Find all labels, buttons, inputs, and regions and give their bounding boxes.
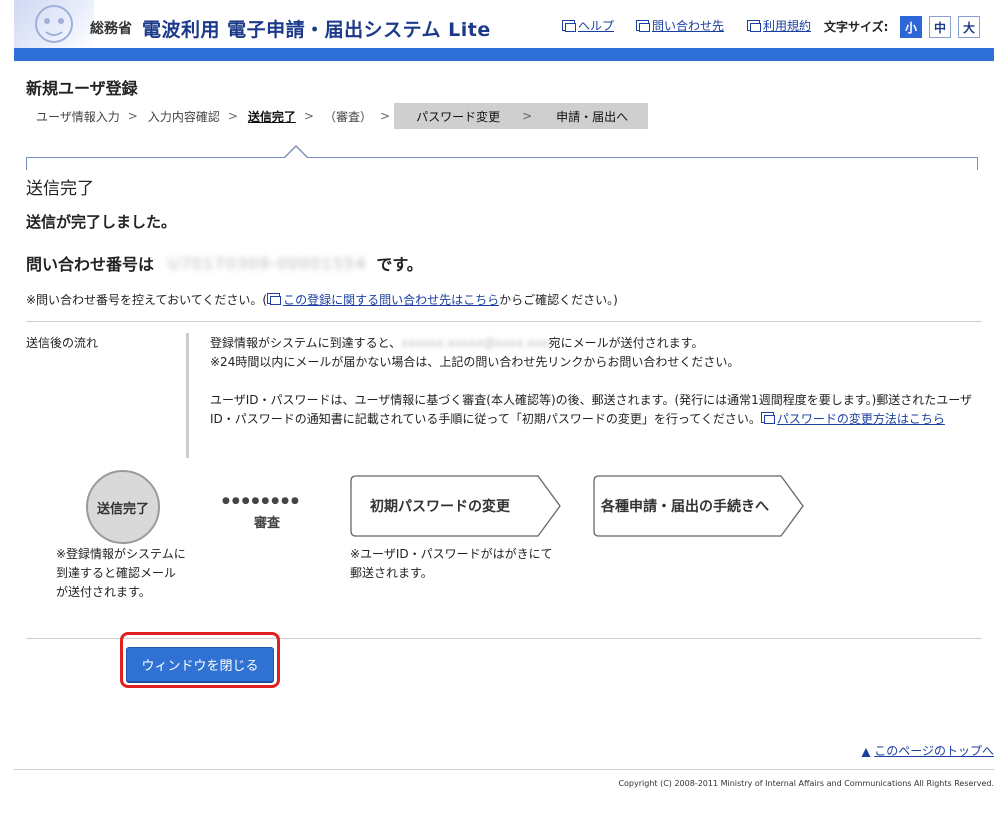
terms-link-label: 利用規約 <box>763 19 812 33</box>
inquiry-number: U70170309-00001554 <box>168 253 367 273</box>
flow-line1-after: 宛にメールが送付されます。 <box>548 336 704 350</box>
inquiry-note: ※問い合わせ番号を控えておいてください。( この登録に関する問い合わせ先はこちらか… <box>26 291 618 308</box>
header: 総務省 電波利用 電子申請・届出システム Lite ヘルプ 問い合わせ先 利用規… <box>14 0 994 48</box>
registration-contact-link[interactable]: この登録に関する問い合わせ先はこちら <box>267 293 499 307</box>
footer-divider <box>14 769 994 770</box>
triangle-up-icon: ▲ <box>861 745 871 758</box>
chevron-right-icon: > <box>522 109 533 123</box>
flow-line1-before: 登録情報がシステムに到達すると、 <box>210 336 402 350</box>
postcard-note: ※ユーザID・パスワードがはがきにて郵送されます。 <box>350 547 553 580</box>
registration-contact-link-label: この登録に関する問い合わせ先はこちら <box>283 293 500 307</box>
section-title: 送信完了 <box>26 179 94 199</box>
inquiry-number-row: 問い合わせ番号は U70170309-00001554 です。 <box>26 251 423 275</box>
step-breadcrumb: ユーザ情報入力 > 入力内容確認 > 送信完了 > （審査） > パスワード変更… <box>26 103 649 129</box>
chevron-right-icon: > <box>127 109 138 123</box>
initial-password-change-label: 初期パスワードの変更 <box>370 499 510 515</box>
flow-label: 送信後の流れ <box>26 336 99 350</box>
completion-message: 送信が完了しました。 <box>26 213 177 231</box>
ministry-name: 総務省 <box>90 21 132 37</box>
step-pointer-band <box>26 157 978 170</box>
font-size-label: 文字サイズ: <box>824 20 889 34</box>
chevron-right-icon: > <box>303 109 314 123</box>
back-to-top-label: このページのトップへ <box>874 744 994 758</box>
step-review: （審査） <box>323 109 372 124</box>
progress-dots: ●●●●●●●● <box>222 496 301 506</box>
note-before: ※問い合わせ番号を控えておいてください。( <box>26 293 268 307</box>
password-change-help-link[interactable]: パスワードの変更方法はこちら <box>760 412 945 426</box>
chevron-right-icon: > <box>227 109 238 123</box>
font-size-small-button[interactable]: 小 <box>900 16 922 38</box>
new-window-icon <box>636 20 650 32</box>
status-circle-label: 送信完了 <box>96 501 149 517</box>
divider <box>26 321 982 322</box>
initial-password-change-step: 初期パスワードの変更 <box>350 475 562 541</box>
page-title: 新規ユーザ登録 <box>26 79 138 98</box>
registered-email: xxxxxx.xxxxx@xxxx.xxx <box>401 336 549 350</box>
contact-link-label: 問い合わせ先 <box>652 19 725 33</box>
new-window-icon <box>747 20 761 32</box>
chevron-right-icon: > <box>380 109 391 123</box>
step-user-info: ユーザ情報入力 <box>36 109 120 124</box>
mascot-logo <box>14 0 94 48</box>
close-window-button[interactable]: ウィンドウを閉じる <box>126 647 274 682</box>
review-label: 審査 <box>254 516 281 531</box>
new-window-icon <box>760 412 775 424</box>
step-later-group: パスワード変更 > 申請・届出へ <box>394 103 649 129</box>
font-size-medium-button[interactable]: 中 <box>929 16 951 38</box>
back-to-top-link[interactable]: ▲ このページのトップへ <box>862 742 994 759</box>
application-step: 各種申請・届出の手続きへ <box>593 475 805 541</box>
password-change-help-link-label: パスワードの変更方法はこちら <box>776 412 945 426</box>
flow-line2: ※24時間以内にメールが届かない場合は、上記の問い合わせ先リンクからお問い合わせ… <box>210 355 740 369</box>
contact-link[interactable]: 問い合わせ先 <box>636 17 724 34</box>
flow-divider <box>186 333 189 458</box>
inquiry-suffix: です。 <box>376 255 423 274</box>
header-bar <box>14 48 994 61</box>
help-link[interactable]: ヘルプ <box>562 17 614 34</box>
copyright: Copyright (C) 2008-2011 Ministry of Inte… <box>618 779 994 788</box>
inquiry-prefix: 問い合わせ番号は <box>26 255 155 274</box>
step-complete: 送信完了 <box>247 109 296 124</box>
help-link-label: ヘルプ <box>578 19 615 33</box>
note-after: からご確認ください。) <box>499 293 618 307</box>
font-size-large-button[interactable]: 大 <box>958 16 980 38</box>
new-window-icon <box>267 293 282 305</box>
circle-note: ※登録情報がシステムに到達すると確認メールが送付されます。 <box>56 547 186 599</box>
new-window-icon <box>562 20 576 32</box>
step-password-change: パスワード変更 <box>416 109 501 124</box>
status-circle: 送信完了 <box>86 470 160 544</box>
system-title: 電波利用 電子申請・届出システム Lite <box>142 19 491 41</box>
terms-link[interactable]: 利用規約 <box>747 17 811 34</box>
flow-description: 登録情報がシステムに到達すると、xxxxxx.xxxxx@xxxx.xxx宛にメ… <box>210 334 982 429</box>
step-application: 申請・届出へ <box>556 109 629 124</box>
step-confirm: 入力内容確認 <box>147 109 220 124</box>
step-pointer-notch-fill <box>285 147 307 158</box>
application-step-label: 各種申請・届出の手続きへ <box>601 499 769 515</box>
